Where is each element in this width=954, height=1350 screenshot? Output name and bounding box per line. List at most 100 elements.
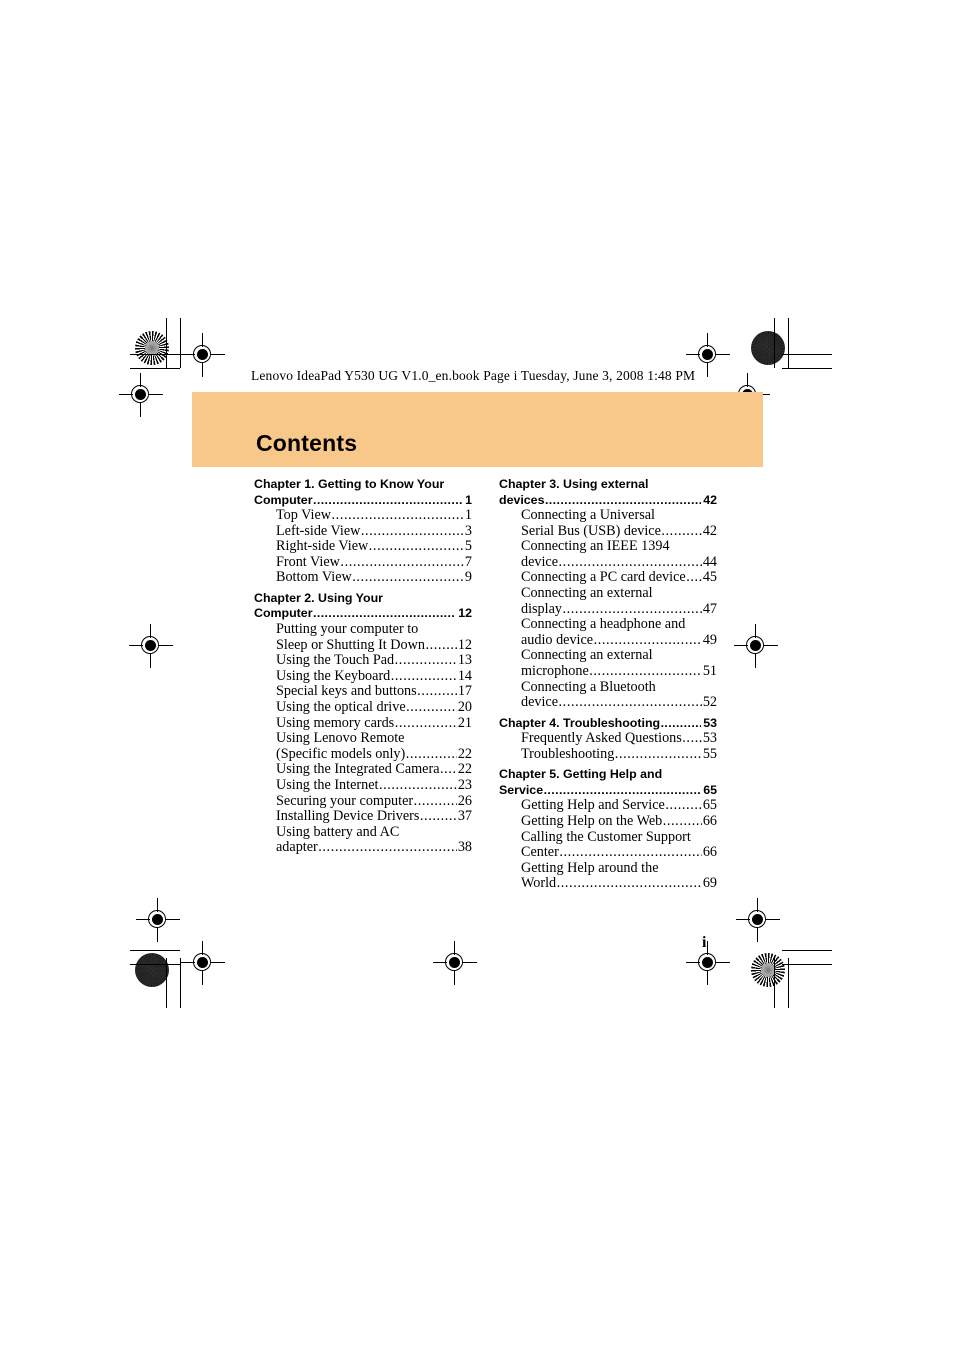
toc-entry[interactable]: Using the Touch Pad.....................…: [276, 653, 472, 669]
toc-entry[interactable]: Connecting an external microphone........…: [521, 648, 717, 679]
toc-entry-line-text: Bottom View: [276, 569, 352, 586]
toc-entry-line: Using memory cards......................…: [276, 714, 472, 732]
toc-entry[interactable]: Putting your computer to Sleep or Shuttin…: [276, 621, 472, 653]
toc-entry-line-dot-leader: ........................................…: [661, 523, 702, 539]
toc-entry-line: Front View..............................…: [276, 553, 472, 571]
toc-entry-line-text: Center: [521, 844, 559, 861]
toc-entry-line-page-number: 23: [457, 776, 472, 793]
toc-entry-line-text: Connecting a headphone and: [521, 616, 686, 633]
toc-entry-line-text: display: [521, 600, 562, 617]
reg-mark-bottom-center: [433, 941, 477, 985]
toc-chapter-line-text: Chapter 3. Using external: [499, 477, 649, 491]
toc-chapter-heading[interactable]: Chapter 2. Using Your Computer...........…: [254, 586, 472, 622]
toc-entry[interactable]: Connecting a headphone and audio device..…: [521, 617, 717, 648]
toc-entry[interactable]: Using the Internet......................…: [276, 776, 472, 794]
toc-entry[interactable]: Installing Device Drivers...............…: [276, 808, 472, 825]
toc-entry-line: Left-side View..........................…: [276, 522, 472, 540]
toc-chapter-line: Chapter 1. Getting to Know Your: [254, 477, 472, 493]
toc-entry[interactable]: Connecting a PC card device.............…: [521, 570, 717, 586]
toc-entry-line-dot-leader: ........................................…: [413, 793, 458, 809]
toc-entry[interactable]: Connecting a Universal Serial Bus (USB) d…: [521, 507, 717, 540]
toc-chapter-line: Chapter 2. Using Your: [254, 591, 472, 607]
toc-entry-line: Center..................................…: [521, 845, 717, 861]
toc-chapter-heading[interactable]: Chapter 3. Using external devices........…: [499, 477, 717, 508]
crop-mark-bottom-right: [768, 944, 832, 1008]
toc-entry-line: Calling the Customer Support: [521, 829, 717, 846]
toc-entry-line-dot-leader: ........................................…: [394, 653, 458, 669]
toc-entry-group: Connecting a Universal Serial Bus (USB) d…: [499, 507, 717, 711]
toc-entry-line: device..................................…: [521, 554, 717, 571]
toc-entry-line-page-number: 51: [702, 662, 717, 679]
toc-entry[interactable]: Top View................................…: [276, 507, 472, 524]
toc-entry-line: Connecting a headphone and: [521, 617, 717, 633]
toc-entry[interactable]: Getting Help on the Web.................…: [521, 813, 717, 830]
toc-entry-line-text: Front View: [276, 553, 340, 570]
toc-entry-line-dot-leader: ........................................…: [394, 715, 458, 731]
toc-entry-line-page-number: 55: [702, 745, 717, 762]
toc-chapter-heading[interactable]: Chapter 1. Getting to Know Your Computer.…: [254, 477, 472, 508]
toc-entry[interactable]: Getting Help and Service................…: [521, 798, 717, 814]
toc-entry-line-dot-leader: ........................................…: [440, 762, 457, 778]
toc-entry-line-dot-leader: ........................................…: [360, 523, 465, 539]
toc-entry-line-dot-leader: ........................................…: [559, 845, 702, 861]
toc-chapter-line-page-number: 42: [703, 492, 717, 507]
toc-entry-line-page-number: 69: [702, 875, 717, 892]
toc-chapter-line-page-number: 1: [465, 492, 472, 507]
toc-entry[interactable]: Using the Keyboard......................…: [276, 667, 472, 685]
toc-chapter-line-dot-leader: ........................................…: [313, 606, 456, 621]
toc-entry-line: Connecting an external: [521, 584, 717, 602]
toc-entry[interactable]: Using Lenovo Remote (Specific models only…: [276, 731, 472, 762]
toc-entry-line-text: Using memory cards: [276, 714, 395, 731]
toc-entry-line-page-number: 3: [464, 522, 472, 539]
toc-entry-line-text: Getting Help on the Web: [521, 813, 663, 829]
toc-entry[interactable]: Connecting an external display...........…: [521, 584, 717, 617]
page-title: Contents: [256, 430, 358, 456]
toc-entry-line: Connecting a Bluetooth: [521, 679, 717, 696]
toc-entry-line: Getting Help and Service................…: [521, 798, 717, 814]
toc-chapter-line-text: Chapter 5. Getting Help and: [499, 767, 663, 782]
toc-entry[interactable]: Left-side View..........................…: [276, 522, 472, 540]
toc-entry[interactable]: Connecting a Bluetooth device............…: [521, 679, 717, 711]
toc-chapter-line-dot-leader: ........................................…: [660, 715, 701, 730]
toc-entry-line-page-number: 5: [464, 538, 472, 555]
toc-entry-line: Putting your computer to: [276, 621, 472, 638]
toc-chapter-line-page-number: 53: [703, 715, 717, 730]
toc-entry[interactable]: Special keys and buttons................…: [276, 684, 472, 700]
toc-entry-line-dot-leader: ........................................…: [562, 601, 702, 617]
toc-entry[interactable]: Bottom View.............................…: [276, 570, 472, 586]
toc-entry-line-text: Getting Help around the: [521, 859, 659, 876]
toc-entry[interactable]: Using the Integrated Camera.............…: [276, 762, 472, 778]
toc-chapter-line-dot-leader: ........................................…: [543, 782, 701, 797]
toc-entry[interactable]: Right-side View.........................…: [276, 539, 472, 555]
toc-entry-line-text: microphone: [521, 662, 589, 679]
toc-entry[interactable]: Troubleshooting.........................…: [521, 745, 717, 763]
toc-entry-line-text: Installing Device Drivers: [276, 808, 420, 825]
toc-entry-line: audio device............................…: [521, 632, 717, 649]
toc-entry-line-page-number: 14: [457, 667, 472, 684]
toc-entry[interactable]: Getting Help around the World............…: [521, 859, 717, 892]
toc-entry-group: Frequently Asked Questions..............…: [499, 731, 717, 762]
toc-entry[interactable]: Front View..............................…: [276, 553, 472, 571]
toc-entry[interactable]: Using memory cards......................…: [276, 714, 472, 732]
toc-entry[interactable]: Connecting an IEEE 1394 device...........…: [521, 539, 717, 570]
toc-entry-line-text: Connecting an external: [521, 584, 653, 601]
toc-entry-line: Serial Bus (USB) device.................…: [521, 522, 717, 540]
toc-entry-line-page-number: 42: [702, 522, 717, 539]
toc-entry-line: World...................................…: [521, 876, 717, 892]
toc-chapter-heading[interactable]: Chapter 5. Getting Help and Service......…: [499, 762, 717, 798]
book-header-slug: Lenovo IdeaPad Y530 UG V1.0_en.book Page…: [251, 368, 696, 383]
toc-entry-line-text: Serial Bus (USB) device: [521, 522, 661, 539]
toc-entry[interactable]: Using battery and AC adapter.............…: [276, 823, 472, 856]
toc-chapter-heading[interactable]: Chapter 4. Troubleshooting..............…: [499, 711, 717, 732]
toc-entry-line: Top View................................…: [276, 507, 472, 524]
toc-entry[interactable]: Calling the Customer Support Center......…: [521, 829, 717, 861]
toc-entry[interactable]: Frequently Asked Questions..............…: [521, 731, 717, 747]
toc-entry-line-dot-leader: ........................................…: [614, 746, 703, 762]
toc-entry-line: Frequently Asked Questions..............…: [521, 731, 717, 747]
toc-entry[interactable]: Using the optical drive.................…: [276, 699, 472, 716]
toc-entry[interactable]: Securing your computer..................…: [276, 793, 472, 810]
toc-entry-line-page-number: 37: [457, 808, 472, 825]
toc-entry-line-dot-leader: ........................................…: [417, 684, 457, 700]
toc-chapter-line: devices.................................…: [499, 493, 717, 509]
toc-entry-line-text: Using battery and AC: [276, 823, 400, 840]
